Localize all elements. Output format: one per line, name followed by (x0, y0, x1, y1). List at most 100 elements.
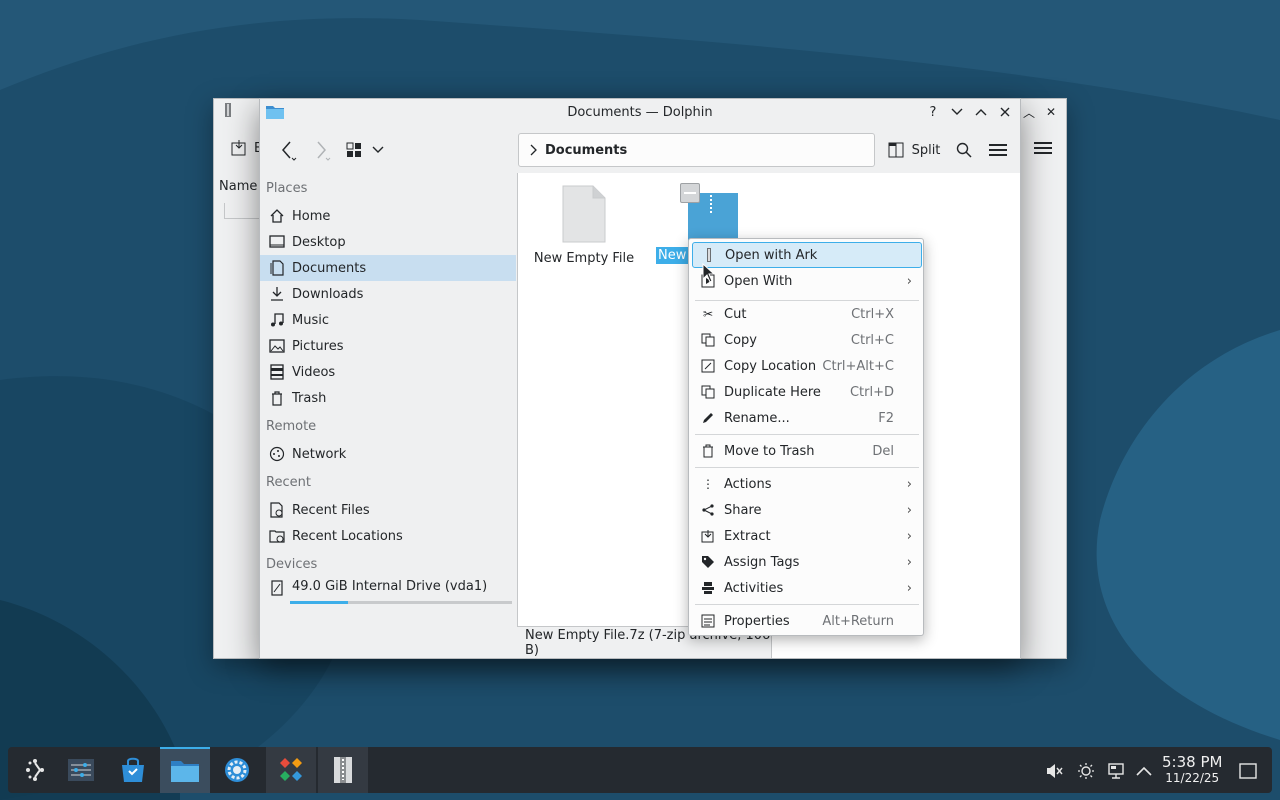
ark-extract-button[interactable]: E (230, 139, 262, 157)
taskbar-ark[interactable] (318, 747, 368, 793)
place-documents[interactable]: Documents (260, 255, 516, 281)
place-recent-locations[interactable]: Recent Locations (260, 523, 516, 549)
clock[interactable]: 5:38 PM 11/22/25 (1162, 753, 1222, 785)
places-panel: Places Home Desktop Documents Downloads … (260, 173, 516, 658)
taskbar-settings-dashboard[interactable] (56, 747, 106, 793)
minimize-icon[interactable] (948, 103, 966, 121)
network-wired-icon[interactable] (1106, 761, 1126, 781)
taskbar-app-diamonds[interactable] (266, 747, 316, 793)
search-button[interactable] (952, 135, 976, 165)
close-icon[interactable] (996, 103, 1014, 121)
back-button[interactable] (274, 135, 302, 165)
trash-icon (700, 443, 716, 459)
place-recent-files[interactable]: Recent Files (260, 497, 516, 523)
toolbar: Documents Split (260, 129, 1020, 171)
volume-muted-icon[interactable] (1044, 761, 1064, 781)
copy-location-icon (700, 358, 716, 374)
pictures-icon (268, 337, 286, 355)
menu-item-properties[interactable]: Properties Alt+Return (692, 608, 922, 634)
location-bar[interactable]: Documents (518, 133, 875, 167)
menu-separator (695, 604, 919, 605)
ark-column-header-name[interactable]: Name (219, 179, 257, 194)
copy-icon (700, 332, 716, 348)
taskbar-system-settings[interactable] (212, 747, 262, 793)
menu-item-share[interactable]: Share › (692, 497, 922, 523)
menu-item-open-with[interactable]: Open With › (692, 268, 922, 294)
place-label: Desktop (292, 234, 346, 250)
ark-icon (334, 757, 352, 783)
application-launcher[interactable] (10, 747, 60, 793)
place-trash[interactable]: Trash (260, 385, 516, 411)
taskbar-dolphin[interactable] (160, 747, 210, 793)
context-menu: Open with Ark Open With › ✂ Cut Ctrl+X C… (688, 238, 924, 636)
place-network[interactable]: Network (260, 441, 516, 467)
videos-icon (268, 363, 286, 381)
place-label: Videos (292, 364, 336, 380)
menu-label: Copy Location (724, 358, 817, 374)
drive-usage-fill (290, 601, 348, 604)
tray-expand-icon[interactable] (1134, 761, 1154, 781)
place-internal-drive[interactable]: 49.0 GiB Internal Drive (vda1) (260, 577, 516, 607)
place-downloads[interactable]: Downloads (260, 281, 516, 307)
menu-item-copy[interactable]: Copy Ctrl+C (692, 327, 922, 353)
drive-icon (268, 579, 286, 597)
menu-shortcut: Del (872, 443, 894, 459)
menu-item-copy-location[interactable]: Copy Location Ctrl+Alt+C (692, 353, 922, 379)
search-icon (956, 142, 972, 158)
ark-menu-button[interactable] (1034, 141, 1052, 159)
place-label: Music (292, 312, 329, 328)
brightness-icon[interactable] (1076, 761, 1096, 781)
menu-item-open-with-ark[interactable]: Open with Ark (692, 242, 922, 268)
place-label: Home (292, 208, 331, 224)
view-mode-dropdown[interactable] (368, 135, 388, 165)
dolphin-titlebar[interactable]: Documents — Dolphin ? (260, 99, 1020, 125)
menu-item-actions[interactable]: ⋮ Actions › (692, 471, 922, 497)
forward-button[interactable] (308, 135, 336, 165)
menu-shortcut: Ctrl+C (850, 332, 894, 348)
forward-arrow-icon (317, 141, 331, 161)
zip-icon (710, 195, 712, 215)
extract-icon (700, 528, 716, 544)
taskbar-discover[interactable] (108, 747, 158, 793)
menu-item-cut[interactable]: ✂ Cut Ctrl+X (692, 301, 922, 327)
place-pictures[interactable]: Pictures (260, 333, 516, 359)
documents-icon (268, 259, 286, 277)
maximize-icon[interactable] (972, 103, 990, 121)
ark-close-icon[interactable]: ✕ (1042, 103, 1060, 121)
diamonds-app-icon (280, 758, 302, 781)
submenu-arrow-icon: › (906, 476, 912, 492)
place-videos[interactable]: Videos (260, 359, 516, 385)
folder-app-icon (265, 104, 285, 124)
activities-icon (700, 580, 716, 596)
place-music[interactable]: Music (260, 307, 516, 333)
place-desktop[interactable]: Desktop (260, 229, 516, 255)
ark-maximize-icon[interactable]: ︿ (1020, 103, 1038, 121)
menu-label: Assign Tags (724, 554, 800, 570)
menu-item-assign-tags[interactable]: Assign Tags › (692, 549, 922, 575)
split-label: Split (911, 142, 941, 158)
properties-icon (700, 613, 716, 629)
menu-item-extract[interactable]: Extract › (692, 523, 922, 549)
breadcrumb-documents[interactable]: Documents (545, 143, 627, 158)
file-item[interactable]: New Empty File (534, 185, 634, 266)
menu-item-rename[interactable]: Rename... F2 (692, 405, 922, 431)
menu-separator (695, 434, 919, 435)
split-button[interactable]: Split (886, 135, 942, 165)
place-home[interactable]: Home (260, 203, 516, 229)
drive-usage-bar (290, 601, 512, 604)
selection-toggle-icon[interactable] (680, 183, 700, 203)
clock-time: 5:38 PM (1162, 753, 1223, 771)
hamburger-menu-button[interactable] (986, 135, 1010, 165)
menu-item-activities[interactable]: Activities › (692, 575, 922, 601)
menu-label: Open with Ark (725, 247, 818, 263)
view-mode-button[interactable] (342, 135, 366, 165)
hamburger-menu-icon (989, 144, 1007, 156)
help-icon[interactable]: ? (924, 103, 942, 121)
menu-item-move-to-trash[interactable]: Move to Trash Del (692, 438, 922, 464)
folder-app-icon (171, 761, 199, 782)
submenu-arrow-icon: › (906, 554, 912, 570)
show-desktop-icon[interactable] (1238, 761, 1258, 781)
menu-item-duplicate-here[interactable]: Duplicate Here Ctrl+D (692, 379, 922, 405)
network-icon (268, 445, 286, 463)
menu-shortcut: F2 (878, 410, 894, 426)
